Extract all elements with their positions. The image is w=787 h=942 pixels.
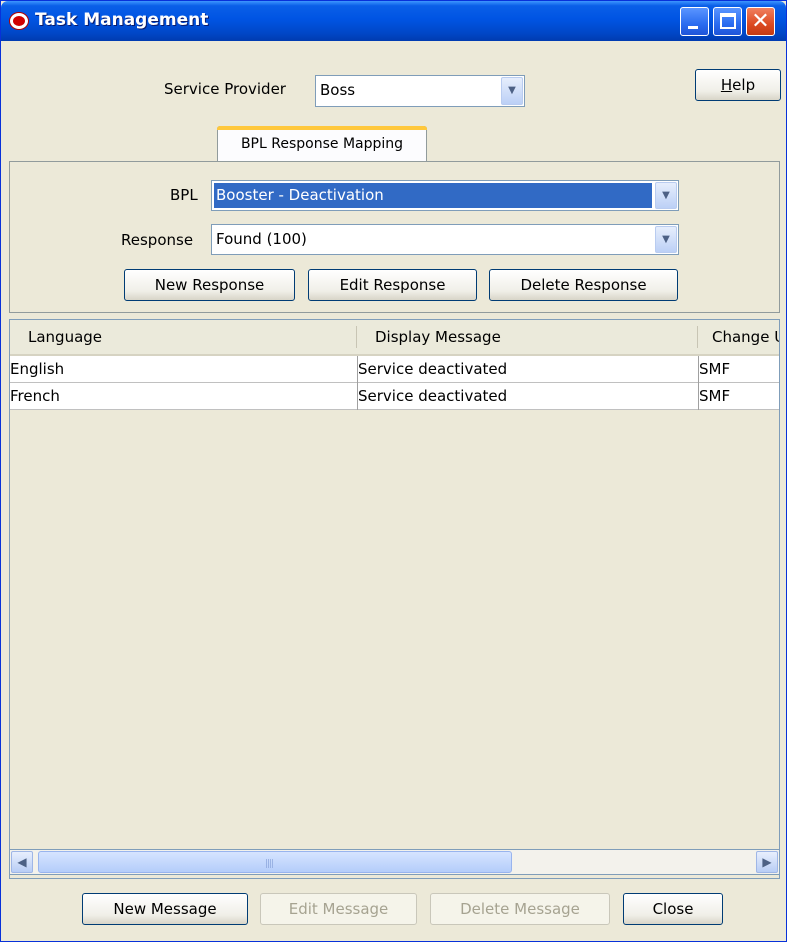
service-provider-label: Service Provider [164,80,286,98]
scroll-right-button[interactable]: ▶ [756,851,778,873]
arrow-left-icon: ◀ [17,855,27,869]
close-button[interactable]: Close [623,893,723,925]
cell-change-user: SMF [699,387,731,405]
column-header-language[interactable]: Language [10,320,356,354]
minimize-icon [688,26,698,29]
column-header-display-message[interactable]: Display Message [357,320,697,354]
response-value: Found (100) [216,230,307,248]
chevron-down-icon: ▼ [662,233,670,245]
table-row[interactable]: French Service deactivated SMF [10,383,779,410]
new-message-button[interactable]: New Message [82,893,248,925]
cell-display-message: Service deactivated [358,383,699,410]
help-button-label-rest: elp [732,76,756,94]
messages-table: Language Display Message Change U Englis… [9,319,780,879]
oracle-icon [9,12,29,30]
response-select[interactable]: Found (100) ▼ [211,224,679,255]
tab-bpl-response-mapping[interactable]: BPL Response Mapping [217,126,427,162]
delete-response-button[interactable]: Delete Response [489,269,678,301]
service-provider-dropdown-button[interactable]: ▼ [501,77,523,105]
new-response-button[interactable]: New Response [124,269,295,301]
maximize-icon [720,13,736,29]
task-management-window: Task Management ✕ Service Provider Boss … [0,0,787,942]
cell-language: French [10,383,358,410]
edit-message-button[interactable]: Edit Message [260,893,417,925]
cell-display-message: Service deactivated [358,356,699,383]
table-row[interactable]: English Service deactivated SMF [10,356,779,383]
chevron-down-icon: ▼ [662,189,670,201]
cell-change-user: SMF [699,360,731,378]
close-window-button[interactable]: ✕ [746,7,775,36]
close-icon: ✕ [751,9,770,34]
window-title: Task Management [35,10,209,30]
bpl-dropdown-button[interactable]: ▼ [655,182,677,209]
help-button[interactable]: Help [695,69,781,101]
cell-language: English [10,356,358,383]
bpl-value: Booster - Deactivation [216,186,384,204]
column-header-change-user[interactable]: Change U [698,320,779,354]
grip-icon: |||| [265,859,274,869]
service-provider-value: Boss [320,81,356,99]
bpl-label: BPL [170,186,198,204]
response-dropdown-button[interactable]: ▼ [655,226,677,253]
horizontal-scrollbar[interactable]: ◀ |||| ▶ [9,849,780,875]
table-header: Language Display Message Change U [10,320,779,356]
title-bar[interactable]: Task Management ✕ [1,1,786,41]
chevron-down-icon: ▼ [508,85,516,96]
response-label: Response [121,231,194,249]
edit-response-button[interactable]: Edit Response [308,269,477,301]
delete-message-button[interactable]: Delete Message [430,893,610,925]
maximize-button[interactable] [713,7,742,36]
service-provider-select[interactable]: Boss ▼ [315,75,525,107]
bpl-select[interactable]: Booster - Deactivation ▼ [211,180,679,211]
help-button-mnemonic: H [720,76,733,94]
minimize-button[interactable] [680,7,709,36]
arrow-right-icon: ▶ [762,855,772,869]
scroll-thumb[interactable]: |||| [38,851,512,873]
scroll-left-button[interactable]: ◀ [11,851,33,873]
